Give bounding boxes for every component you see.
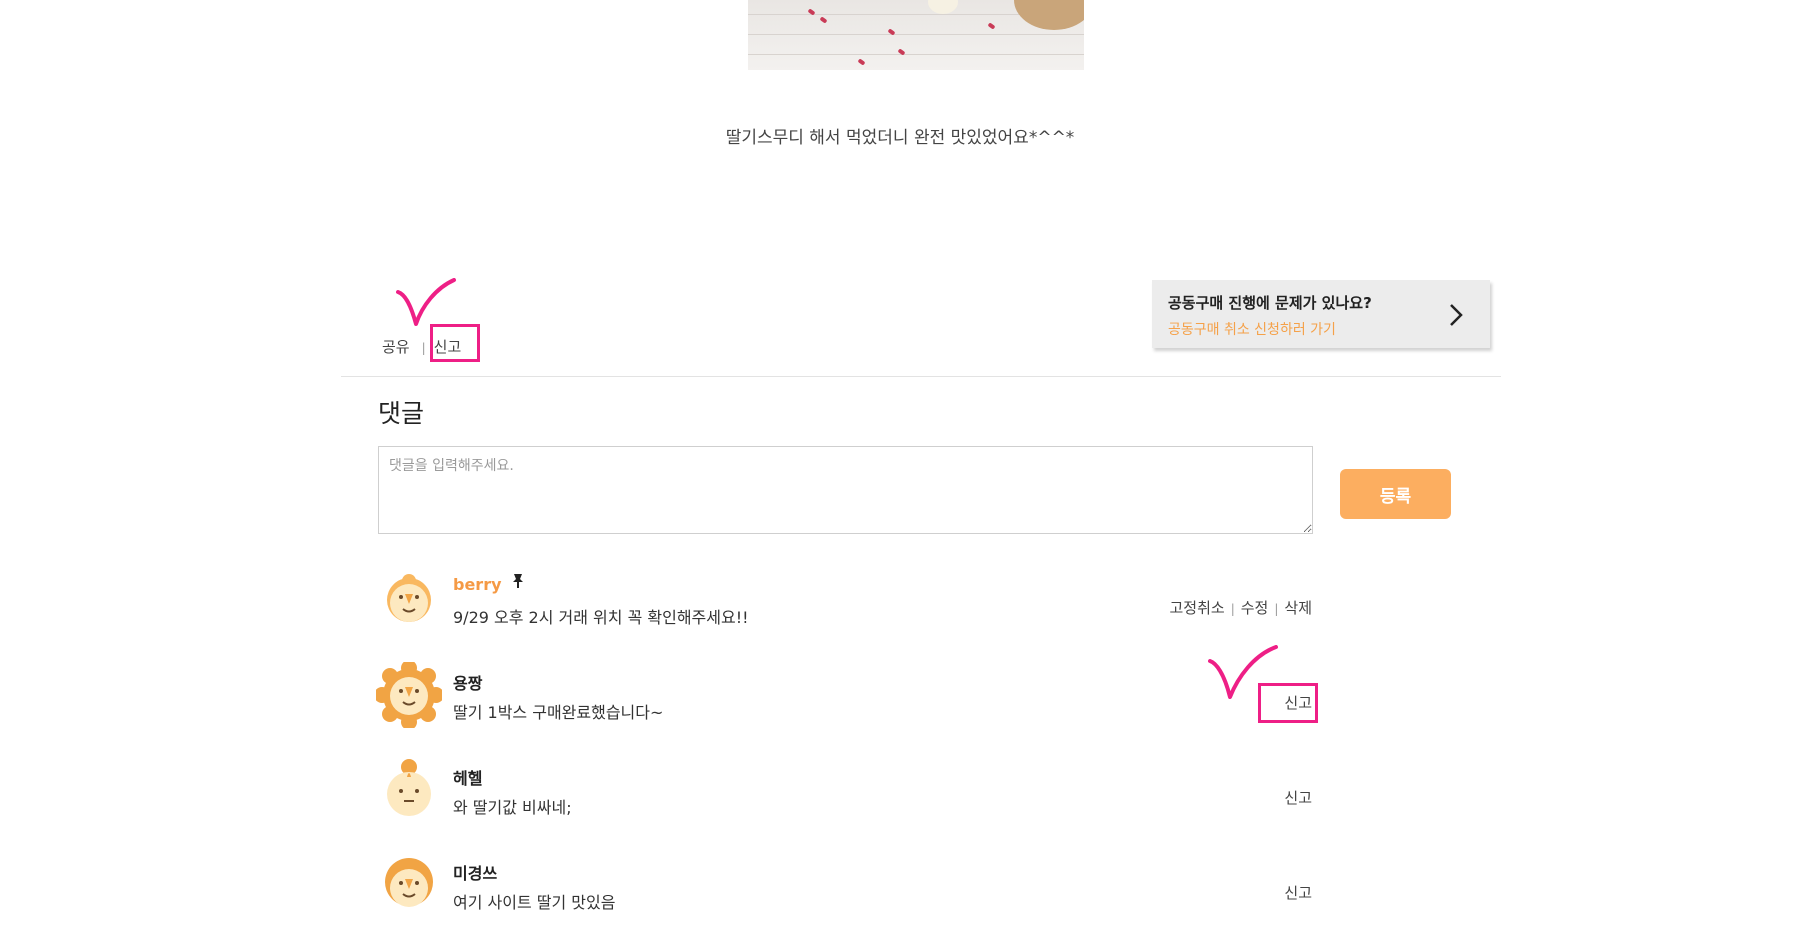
comment-text: 9/29 오후 2시 거래 위치 꼭 확인해주세요!! — [453, 608, 749, 627]
comment-text: 와 딸기값 비싸네; — [453, 798, 572, 817]
page: 딸기스무디 해서 먹었더니 완전 맛있었어요*^^* 공유 | 신고 공동구매 진행… — [0, 0, 1800, 930]
comment-author: 미경쓰 — [453, 864, 498, 883]
chevron-right-icon[interactable] — [1448, 302, 1464, 328]
comment-author: 용짱 — [453, 674, 483, 693]
comment-author: berry — [453, 575, 502, 594]
banner-question: 공동구매 진행에 문제가 있나요? — [1168, 294, 1372, 312]
delete-button[interactable]: 삭제 — [1284, 599, 1312, 617]
submit-comment-button[interactable]: 등록 — [1340, 469, 1451, 519]
report-comment-button[interactable]: 신고 — [1284, 787, 1312, 808]
comment-item: 용짱 딸기 1박스 구매완료했습니다~ 신고 — [376, 662, 1316, 734]
lion-avatar-icon — [385, 858, 433, 907]
checkmark-annotation-icon — [1208, 645, 1278, 699]
report-comment-button[interactable]: 신고 — [1284, 882, 1312, 903]
lion-avatar-icon — [376, 662, 442, 728]
cancel-request-banner[interactable]: 공동구매 진행에 문제가 있나요? 공동구매 취소 신청하러 가기 — [1152, 280, 1490, 348]
share-button[interactable]: 공유 — [382, 336, 410, 357]
action-separator: | — [1274, 602, 1279, 616]
comments-title: 댓글 — [378, 399, 425, 428]
checkmark-annotation-icon — [396, 278, 456, 326]
unpin-button[interactable]: 고정취소 — [1169, 599, 1224, 617]
comment-author: 헤헬 — [453, 769, 483, 788]
post-photo — [748, 0, 1084, 70]
edit-button[interactable]: 수정 — [1241, 599, 1269, 617]
section-divider — [341, 376, 1501, 377]
comment-owner-actions: 고정취소 | 수정 | 삭제 — [1169, 597, 1312, 618]
comment-text: 딸기 1박스 구매완료했습니다~ — [453, 703, 664, 722]
comment-text: 여기 사이트 딸기 맛있음 — [453, 893, 616, 912]
lion-avatar-icon — [387, 759, 431, 816]
post-caption: 딸기스무디 해서 먹었더니 완전 맛있었어요*^^* — [725, 128, 1075, 148]
comment-item: 헤헬 와 딸기값 비싸네; 신고 — [376, 757, 1316, 829]
comment-item: 미경쓰 여기 사이트 딸기 맛있음 신고 — [376, 852, 1316, 924]
action-separator: | — [1230, 602, 1235, 616]
lion-avatar-icon — [387, 574, 431, 622]
comment-item: berry 9/29 오후 2시 거래 위치 꼭 확인해주세요!! 고정취소 | 수… — [376, 567, 1316, 639]
banner-cancel-link[interactable]: 공동구매 취소 신청하러 가기 — [1168, 319, 1474, 339]
action-separator: | — [421, 341, 426, 355]
pin-icon — [512, 573, 524, 593]
report-highlight-box — [430, 324, 480, 362]
comment-input[interactable] — [378, 446, 1313, 534]
